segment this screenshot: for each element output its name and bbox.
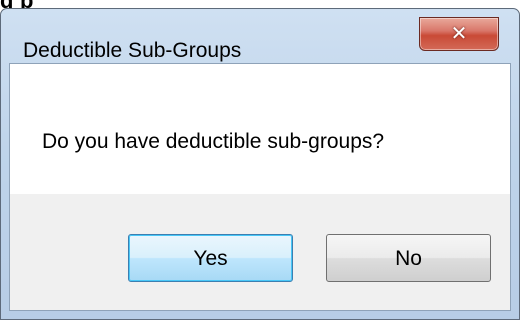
- yes-button[interactable]: Yes: [128, 234, 293, 282]
- dialog-client-area: Do you have deductible sub-groups? Yes N…: [9, 63, 511, 311]
- close-button[interactable]: ✕: [419, 17, 499, 51]
- close-icon: ✕: [450, 21, 468, 45]
- dialog-title: Deductible Sub-Groups: [23, 39, 242, 62]
- dialog-titlebar[interactable]: Deductible Sub-Groups ✕: [1, 9, 519, 63]
- dialog-message: Do you have deductible sub-groups?: [42, 130, 385, 153]
- no-button[interactable]: No: [326, 234, 491, 282]
- background-partial-text: g p: [0, 0, 522, 8]
- dialog-window: Deductible Sub-Groups ✕ Do you have dedu…: [0, 8, 520, 320]
- message-area: Do you have deductible sub-groups?: [10, 64, 510, 194]
